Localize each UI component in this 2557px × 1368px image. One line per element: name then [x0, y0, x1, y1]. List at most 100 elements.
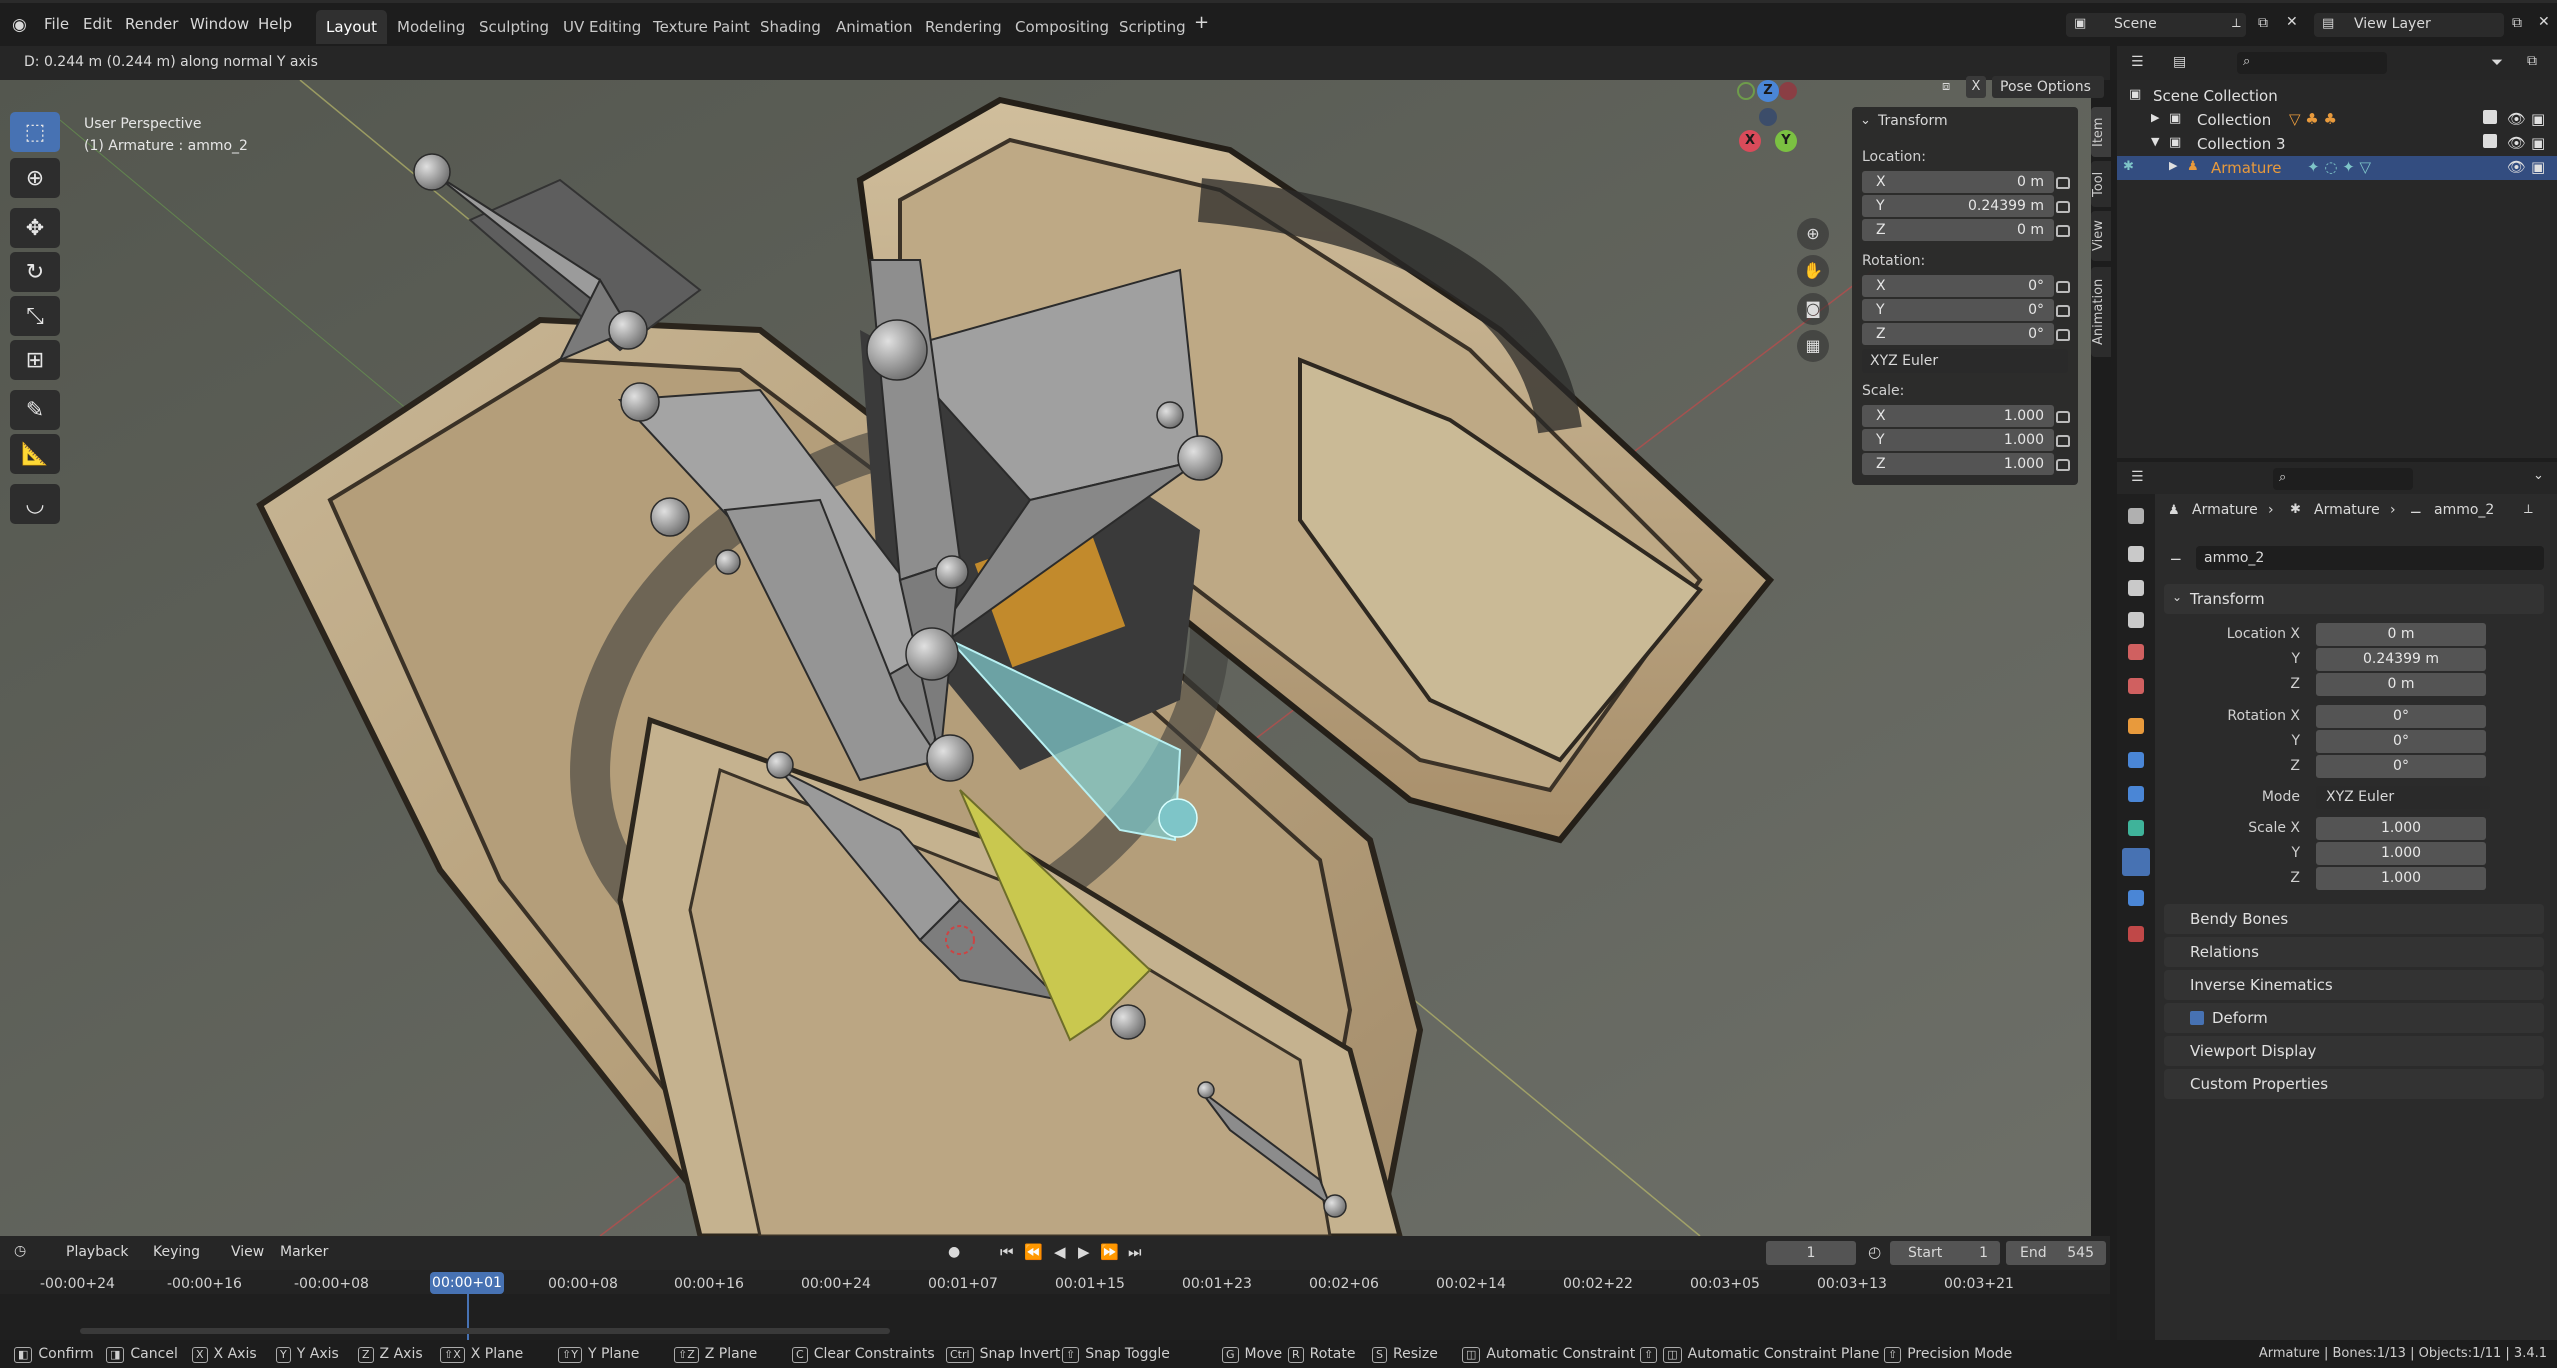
- x-mirror-button[interactable]: X: [1966, 76, 1986, 98]
- editor-type-icon[interactable]: ☰: [2131, 54, 2144, 70]
- tab-item[interactable]: Item: [2091, 107, 2111, 157]
- timeline-area[interactable]: -00:00+24 -00:00+16 -00:00+08 00:00+01 0…: [0, 1270, 2110, 1340]
- bone-name-field[interactable]: ammo_2: [2196, 546, 2544, 570]
- output-tab-icon[interactable]: [2128, 580, 2144, 596]
- relations-panel[interactable]: Relations: [2164, 937, 2544, 967]
- scale-y-field[interactable]: Y 1.000: [1862, 429, 2054, 451]
- keying-menu[interactable]: Keying: [153, 1244, 200, 1260]
- deform-panel[interactable]: Deform: [2164, 1003, 2544, 1033]
- location-y-field[interactable]: Y 0.24399 m: [1862, 195, 2054, 217]
- clock-icon[interactable]: ◷: [14, 1243, 26, 1259]
- transform-panel-header[interactable]: Transform: [2164, 584, 2544, 614]
- lock-icon[interactable]: [2056, 411, 2070, 423]
- lock-icon[interactable]: [2056, 305, 2070, 317]
- expand-arrow-icon[interactable]: ▶: [2151, 111, 2159, 124]
- gizmo-x-icon[interactable]: X: [1739, 130, 1761, 152]
- scale-y-input[interactable]: 1.000: [2316, 842, 2486, 865]
- scale-x-field[interactable]: X 1.000: [1862, 405, 2054, 427]
- playhead-frame-label[interactable]: 00:00+01: [430, 1272, 504, 1294]
- custom-properties-panel[interactable]: Custom Properties: [2164, 1069, 2544, 1099]
- include-checkbox[interactable]: [2483, 110, 2497, 124]
- world-tab-icon[interactable]: [2128, 678, 2144, 694]
- gizmo-z-icon[interactable]: Z: [1757, 80, 1779, 102]
- rotation-mode-select[interactable]: XYZ Euler: [2316, 786, 2490, 809]
- pin-icon[interactable]: ⟂: [2232, 16, 2241, 31]
- bendy-bones-panel[interactable]: Bendy Bones: [2164, 904, 2544, 934]
- pose-mode-icon[interactable]: ✱: [2123, 159, 2134, 174]
- bone-tab-icon[interactable]: [2122, 848, 2150, 876]
- tab-texture-paint[interactable]: Texture Paint: [643, 10, 760, 44]
- tab-uv-editing[interactable]: UV Editing: [553, 10, 651, 44]
- outliner-row[interactable]: ▣ Scene Collection: [2117, 84, 2557, 108]
- record-icon[interactable]: ●: [948, 1244, 960, 1260]
- tab-rendering[interactable]: Rendering: [915, 10, 1012, 44]
- lock-icon[interactable]: [2056, 225, 2070, 237]
- ortho-grid-icon[interactable]: ▦: [1797, 330, 1829, 362]
- gizmo-neg-z-icon[interactable]: [1759, 108, 1777, 126]
- rotation-mode-dropdown[interactable]: XYZ Euler: [1862, 349, 2068, 373]
- outliner-row[interactable]: ▶ ▣ Collection ▽ ♣ ♣ 👁 ▣: [2117, 108, 2557, 132]
- play-reverse-icon[interactable]: ◀: [1054, 1243, 1066, 1261]
- play-icon[interactable]: ▶: [1078, 1243, 1090, 1261]
- expand-arrow-icon[interactable]: ▼: [2151, 135, 2159, 148]
- collapse-chevron-icon[interactable]: ⌄: [1860, 113, 1871, 128]
- relax-pose-tool-icon[interactable]: ◡: [10, 484, 60, 524]
- delete-view-layer-icon[interactable]: ✕: [2538, 14, 2550, 30]
- include-checkbox[interactable]: [2483, 134, 2497, 148]
- scene-selector[interactable]: ▣ Scene ⟂: [2066, 13, 2246, 37]
- outliner-row[interactable]: ▼ ▣ Collection 3 👁 ▣: [2117, 132, 2557, 156]
- navigation-gizmo[interactable]: X Y Z: [1735, 80, 1815, 170]
- chevron-down-icon[interactable]: ⌄: [2533, 468, 2544, 483]
- menu-window[interactable]: Window: [190, 15, 249, 33]
- transform-tool-icon[interactable]: ⊞: [10, 340, 60, 380]
- camera-view-icon[interactable]: ◙: [1797, 293, 1829, 325]
- viewport-display-panel[interactable]: Viewport Display: [2164, 1036, 2544, 1066]
- outliner-row-armature[interactable]: ✱ ▶ ♟ Armature ✦ ◌ ✦ ▽ 👁 ▣: [2117, 156, 2557, 180]
- blender-logo-icon[interactable]: ◉: [12, 15, 27, 35]
- pin-icon[interactable]: ⟂: [2524, 502, 2533, 517]
- editor-type-icon[interactable]: ☰: [2131, 469, 2144, 485]
- tab-view[interactable]: View: [2091, 211, 2111, 261]
- gizmo-neg-x-icon[interactable]: [1779, 82, 1797, 100]
- location-x-input[interactable]: 0 m: [2316, 623, 2486, 646]
- object-tab-icon[interactable]: [2128, 718, 2144, 734]
- menu-help[interactable]: Help: [258, 15, 292, 33]
- render-tab-icon[interactable]: [2128, 546, 2144, 562]
- expand-arrow-icon[interactable]: ▶: [2169, 159, 2177, 172]
- outliner-search-input[interactable]: ⌕: [2237, 52, 2387, 74]
- menu-file[interactable]: File: [44, 15, 69, 33]
- menu-edit[interactable]: Edit: [83, 15, 112, 33]
- tab-scripting[interactable]: Scripting: [1109, 10, 1196, 44]
- lock-icon[interactable]: [2056, 435, 2070, 447]
- tab-shading[interactable]: Shading: [750, 10, 831, 44]
- delete-scene-icon[interactable]: ✕: [2286, 14, 2298, 30]
- move-tool-icon[interactable]: ✥: [10, 208, 60, 248]
- rotation-z-field[interactable]: Z 0°: [1862, 323, 2054, 345]
- camera-icon[interactable]: ▣: [2531, 134, 2545, 152]
- current-frame-field[interactable]: 1: [1766, 1241, 1856, 1265]
- zoom-icon[interactable]: ⊕: [1797, 218, 1829, 250]
- 3d-viewport[interactable]: User Perspective (1) Armature : ammo_2 X…: [0, 80, 2091, 1236]
- tab-modeling[interactable]: Modeling: [387, 10, 475, 44]
- jump-keyframe-back-icon[interactable]: ⏪: [1024, 1243, 1043, 1261]
- pose-options-dropdown[interactable]: Pose Options: [1992, 76, 2104, 98]
- location-z-field[interactable]: Z0 m: [1862, 219, 2054, 241]
- lock-icon[interactable]: [2056, 281, 2070, 293]
- camera-icon[interactable]: ▣: [2531, 158, 2545, 176]
- view-menu[interactable]: View: [231, 1244, 264, 1260]
- rotation-x-input[interactable]: 0°: [2316, 705, 2486, 728]
- scale-x-input[interactable]: 1.000: [2316, 817, 2486, 840]
- scale-z-input[interactable]: 1.000: [2316, 867, 2486, 890]
- menu-render[interactable]: Render: [125, 15, 178, 33]
- modifiers-tab-icon[interactable]: [2128, 752, 2144, 768]
- eye-icon[interactable]: 👁: [2507, 134, 2526, 152]
- eye-icon[interactable]: 👁: [2507, 158, 2526, 176]
- timeline-scrollbar[interactable]: [80, 1328, 890, 1334]
- tab-tool[interactable]: Tool: [2091, 161, 2111, 207]
- add-workspace-icon[interactable]: +: [1194, 12, 1209, 33]
- measure-tool-icon[interactable]: 📐: [10, 434, 60, 474]
- preview-range-icon[interactable]: ◴: [1868, 1243, 1881, 1261]
- rotation-y-input[interactable]: 0°: [2316, 730, 2486, 753]
- tab-compositing[interactable]: Compositing: [1005, 10, 1119, 44]
- jump-keyframe-forward-icon[interactable]: ⏩: [1100, 1243, 1119, 1261]
